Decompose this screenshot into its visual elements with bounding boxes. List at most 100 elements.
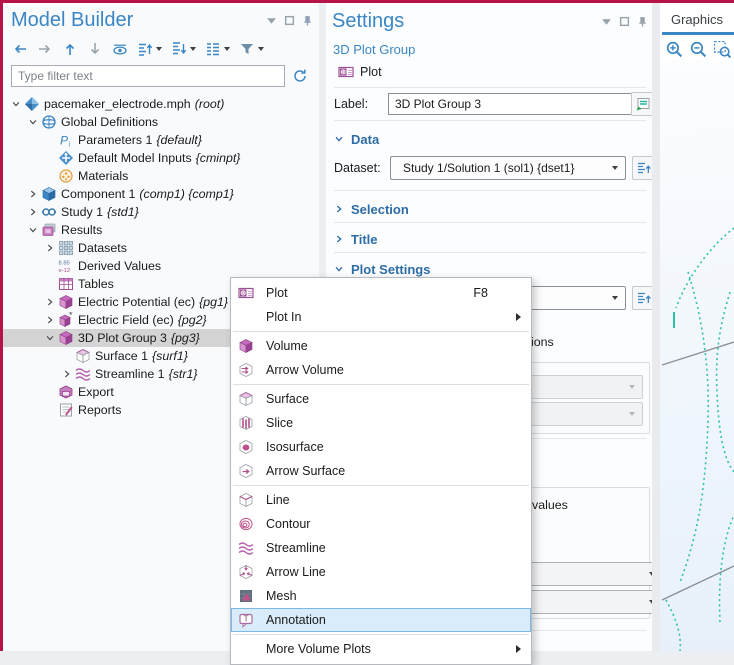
- dropdown-caret-icon: [224, 47, 230, 51]
- tree-item-derived-values[interactable]: 8.85e-12Derived Values: [3, 257, 319, 275]
- collapse-all-button[interactable]: [168, 39, 199, 59]
- chevron-down-icon: [612, 296, 618, 300]
- parameters-icon: Pi: [57, 132, 74, 148]
- section-title[interactable]: Title: [334, 229, 378, 249]
- menu-item-line[interactable]: Line: [231, 488, 531, 512]
- tree-item-global-definitions[interactable]: Global Definitions: [3, 113, 319, 131]
- menu-item-arrow-surface[interactable]: Arrow Surface: [231, 459, 531, 483]
- mesh-icon: [238, 588, 258, 604]
- tree-item-label: Electric Potential (ec): [78, 295, 195, 309]
- section-selection[interactable]: Selection: [334, 199, 409, 219]
- back-button[interactable]: [9, 39, 31, 59]
- menu-item-plot-in[interactable]: Plot In: [231, 305, 531, 329]
- model-builder-title: Model Builder: [11, 9, 133, 32]
- dataset-combobox[interactable]: Study 1/Solution 1 (sol1) {dset1}: [390, 156, 626, 180]
- tree-item-default-model-inputs[interactable]: Default Model Inputs{cminpt}: [3, 149, 319, 167]
- menu-item-more-volume-plots[interactable]: More Volume Plots: [231, 637, 531, 661]
- zoom-out-button[interactable]: [689, 40, 708, 59]
- menu-item-isosurface[interactable]: Isosurface: [231, 435, 531, 459]
- expander-closed-icon[interactable]: [43, 243, 57, 253]
- window-border-top: [0, 0, 734, 3]
- tree-item-label: Export: [78, 385, 114, 399]
- menu-item-label: Surface: [266, 392, 526, 406]
- derived-values-icon: 8.85e-12: [57, 258, 74, 274]
- menu-item-label: Slice: [266, 416, 526, 430]
- tree-item-pacemaker-electrode-mph[interactable]: pacemaker_electrode.mph(root): [3, 95, 319, 113]
- filter-input[interactable]: [11, 65, 285, 87]
- menu-item-annotation[interactable]: TAnnotation: [231, 608, 531, 632]
- plot-button[interactable]: Plot: [334, 61, 386, 83]
- show-button[interactable]: [109, 39, 131, 59]
- tree-item-component-1[interactable]: Component 1(comp1) {comp1}: [3, 185, 319, 203]
- note-edit-icon: [635, 96, 651, 112]
- move-up-button[interactable]: [59, 39, 81, 59]
- zoom-in-button[interactable]: [665, 40, 684, 59]
- tree-item-tag: (comp1) {comp1}: [139, 187, 233, 201]
- label-input[interactable]: [388, 93, 634, 115]
- menu-item-mesh[interactable]: Mesh: [231, 584, 531, 608]
- expander-open-icon[interactable]: [26, 117, 40, 127]
- menu-item-surface[interactable]: Surface: [231, 387, 531, 411]
- dropdown-caret-icon: [190, 47, 196, 51]
- graphics-toolbar: [665, 40, 732, 59]
- tree-item-tag: {pg1}: [199, 295, 228, 309]
- tree-item-label: Tables: [78, 277, 114, 291]
- separator: [334, 222, 646, 223]
- svg-text:P: P: [60, 134, 68, 148]
- expander-closed-icon[interactable]: [43, 315, 57, 325]
- section-data[interactable]: Data: [334, 129, 379, 149]
- svg-text:i: i: [68, 142, 70, 149]
- tree-item-study-1[interactable]: Study 1{std1}: [3, 203, 319, 221]
- float-panel-icon[interactable]: [284, 15, 295, 26]
- menu-item-streamline[interactable]: Streamline: [231, 536, 531, 560]
- menu-item-contour[interactable]: Contour: [231, 512, 531, 536]
- menu-item-label: Line: [266, 493, 526, 507]
- component-icon: [40, 186, 57, 202]
- tree-item-label: Reports: [78, 403, 121, 417]
- expander-closed-icon[interactable]: [26, 207, 40, 217]
- surface-icon: [238, 391, 258, 407]
- expander-open-icon[interactable]: [43, 333, 57, 343]
- streamline-icon: [238, 540, 258, 556]
- expand-all-button[interactable]: [134, 39, 165, 59]
- panel-menu-caret-icon[interactable]: [601, 16, 612, 27]
- model-tree-node-text-button[interactable]: [202, 39, 233, 59]
- model-inputs-icon: [57, 150, 74, 166]
- pin-panel-icon[interactable]: [637, 16, 648, 27]
- zoom-extents-button[interactable]: [713, 40, 732, 59]
- tree-item-materials[interactable]: Materials: [3, 167, 319, 185]
- tree-item-datasets[interactable]: Datasets: [3, 239, 319, 257]
- menu-item-volume[interactable]: Volume: [231, 334, 531, 358]
- line-icon: [238, 492, 258, 508]
- refresh-icon[interactable]: [289, 65, 311, 87]
- menu-item-arrow-line[interactable]: Arrow Line: [231, 560, 531, 584]
- checkbox-label-fragment: values: [532, 498, 568, 512]
- pin-panel-icon[interactable]: [302, 15, 313, 26]
- expander-open-icon[interactable]: [26, 225, 40, 235]
- streamline-plot: [660, 60, 734, 651]
- menu-item-arrow-volume[interactable]: Arrow Volume: [231, 358, 531, 382]
- move-down-button[interactable]: [84, 39, 106, 59]
- float-panel-icon[interactable]: [619, 16, 630, 27]
- arrow-left-icon: [12, 41, 28, 57]
- menu-item-label: Plot In: [266, 310, 516, 324]
- panel-splitter[interactable]: [652, 3, 660, 651]
- expander-closed-icon[interactable]: [43, 297, 57, 307]
- expander-open-icon[interactable]: [9, 99, 23, 109]
- tree-item-parameters-1[interactable]: PiParameters 1{default}: [3, 131, 319, 149]
- submenu-arrow-icon: [516, 645, 521, 653]
- menu-item-plot[interactable]: PlotF8: [231, 281, 531, 305]
- filter-button[interactable]: [236, 39, 267, 59]
- graphics-canvas[interactable]: [660, 60, 734, 651]
- expander-closed-icon[interactable]: [26, 189, 40, 199]
- isosurface-icon: [238, 439, 258, 455]
- menu-item-slice[interactable]: Slice: [231, 411, 531, 435]
- expander-closed-icon[interactable]: [60, 369, 74, 379]
- tree-item-tag: {cminpt}: [196, 151, 241, 165]
- panel-menu-caret-icon[interactable]: [266, 15, 277, 26]
- arrow-line-icon: [238, 564, 258, 580]
- tree-item-results[interactable]: Results: [3, 221, 319, 239]
- forward-button[interactable]: [34, 39, 56, 59]
- section-plot-settings[interactable]: Plot Settings: [334, 259, 430, 279]
- tab-graphics[interactable]: Graphics: [660, 12, 734, 27]
